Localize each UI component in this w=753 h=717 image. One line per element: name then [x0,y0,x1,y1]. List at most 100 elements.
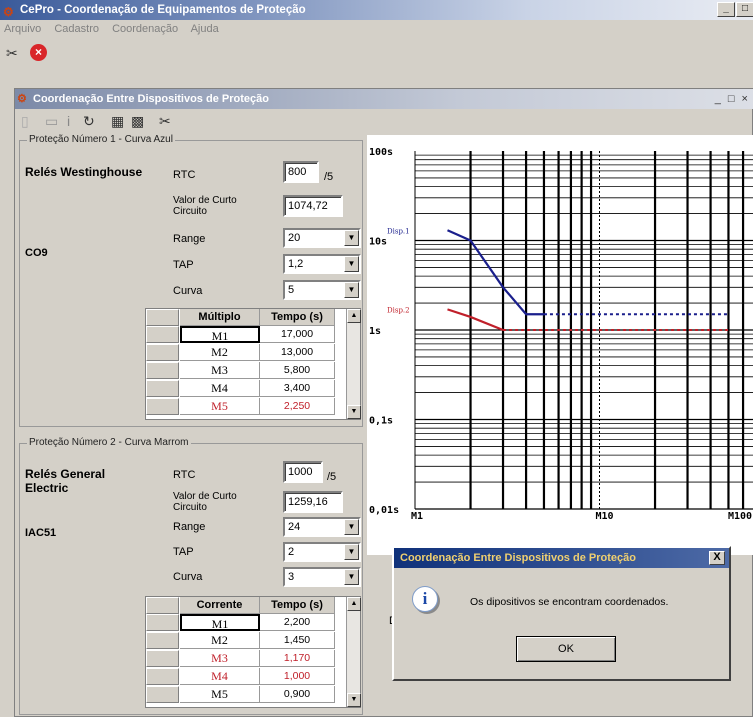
table-cell[interactable]: 3,400 [260,380,335,397]
table-cell[interactable]: M2 [180,344,260,361]
table-cell[interactable]: M2 [180,632,260,649]
table-row[interactable]: M4 1,000 [146,668,360,685]
chevron-down-icon[interactable]: ▼ [344,256,359,272]
close-red-icon[interactable]: × [30,44,47,61]
row-header[interactable] [146,362,179,379]
table-row[interactable]: M2 13,000 [146,344,360,361]
row-header[interactable] [146,398,179,415]
tap-select[interactable]: 1,2 ▼ [283,254,361,274]
series-label-disp2: Disp.2 [387,306,410,314]
table-cell[interactable]: 2,250 [260,398,335,415]
column-header[interactable]: Tempo (s) [260,597,335,614]
table-cell[interactable]: M3 [180,650,260,667]
row-header[interactable] [146,614,179,631]
chevron-down-icon[interactable]: ▼ [344,230,359,246]
row-header[interactable] [146,668,179,685]
ok-button[interactable]: OK [516,636,616,662]
menu-cadastro[interactable]: Cadastro [54,23,99,35]
rtc-suffix: /5 [324,171,334,183]
rtc-input[interactable]: 1000 [283,461,323,483]
settings-icon[interactable]: ✂ [6,45,18,61]
table-cell[interactable]: M4 [180,668,260,685]
table-row[interactable]: M5 2,250 [146,398,360,415]
curva-select[interactable]: 5 ▼ [283,280,361,300]
table-scrollbar[interactable]: ▲ ▼ [346,309,361,419]
inner-title: Coordenação Entre Dispositivos de Proteç… [33,93,269,105]
dialog-close-button[interactable]: X [709,551,725,565]
series-label-disp1: Disp.1 [387,227,410,235]
chevron-down-icon[interactable]: ▼ [344,544,359,560]
table-row[interactable]: M2 1,450 [146,632,360,649]
row-header [146,597,179,614]
table-scrollbar[interactable]: ▲ ▼ [346,597,361,707]
menu-ajuda[interactable]: Ajuda [191,23,219,35]
chart-icon[interactable]: ▦ [111,113,124,129]
row-header[interactable] [146,686,179,703]
save-icon[interactable]: ▭ [45,113,58,129]
dialog-message: Os dipositivos se encontram coordenados. [470,596,669,608]
table-cell[interactable]: 2,200 [260,614,335,631]
scroll-up-icon[interactable]: ▲ [347,309,361,323]
chart2-icon[interactable]: ▩ [131,113,144,129]
row-header[interactable] [146,326,179,343]
table-row[interactable]: M3 5,800 [146,362,360,379]
curto-input[interactable]: 1074,72 [283,195,343,217]
tap-value: 1,2 [288,258,304,270]
table-row[interactable]: M5 0,900 [146,686,360,703]
row-header[interactable] [146,380,179,397]
table-row[interactable]: M1 2,200 [146,614,360,631]
y-tick-label: 100s [369,147,393,158]
chevron-down-icon[interactable]: ▼ [344,282,359,298]
info-icon[interactable]: i [67,113,70,129]
curto-label: Valor de Curto Circuito [173,195,237,217]
column-header[interactable]: Múltiplo [180,309,260,326]
table-row[interactable]: M4 3,400 [146,380,360,397]
range-select[interactable]: 20 ▼ [283,228,361,248]
protection-2-model: IAC51 [25,527,57,539]
table-cell[interactable]: 0,900 [260,686,335,703]
column-header[interactable]: Corrente [180,597,260,614]
scroll-down-icon[interactable]: ▼ [347,405,361,419]
range-select[interactable]: 24 ▼ [283,517,361,537]
row-header[interactable] [146,632,179,649]
y-tick-label: 0,01s [369,505,399,516]
table-cell[interactable]: 1,170 [260,650,335,667]
table-cell[interactable]: M5 [180,398,260,415]
table-cell[interactable]: M3 [180,362,260,379]
scroll-down-icon[interactable]: ▼ [347,693,361,707]
row-header[interactable] [146,650,179,667]
table-cell[interactable]: 1,000 [260,668,335,685]
table-cell[interactable]: 17,000 [260,326,335,343]
restore-button[interactable]: □ [736,2,753,17]
row-header[interactable] [146,344,179,361]
table-row[interactable]: M3 1,170 [146,650,360,667]
settings-icon[interactable]: ✂ [159,113,171,129]
table-cell[interactable]: 1,450 [260,632,335,649]
column-header[interactable]: Tempo (s) [260,309,335,326]
new-icon[interactable]: ▯ [21,113,29,129]
protection-1-table[interactable]: Múltiplo Tempo (s) M1 17,000 M2 13,000 M3 5… [145,308,361,420]
app-icon: ⚙ [3,5,14,19]
menu-arquivo[interactable]: Arquivo [4,23,41,35]
table-cell[interactable]: 13,000 [260,344,335,361]
curva-select[interactable]: 3 ▼ [283,567,361,587]
curto-input[interactable]: 1259,16 [283,491,343,513]
tap-label: TAP [173,259,194,271]
table-cell[interactable]: M4 [180,380,260,397]
table-cell[interactable]: M1 [180,326,260,343]
table-cell[interactable]: M5 [180,686,260,703]
refresh-icon[interactable]: ↻ [83,113,95,129]
protection-2-table[interactable]: Corrente Tempo (s) M1 2,200 M2 1,450 M3 1,1… [145,596,361,708]
chevron-down-icon[interactable]: ▼ [344,569,359,585]
table-row[interactable]: M1 17,000 [146,326,360,343]
scroll-up-icon[interactable]: ▲ [347,597,361,611]
tap-select[interactable]: 2 ▼ [283,542,361,562]
inner-window-controls[interactable]: _ □ × [715,89,750,109]
rtc-input[interactable]: 800 [283,161,319,183]
menu-coordenacao[interactable]: Coordenação [112,23,178,35]
minimize-button[interactable]: _ [717,2,735,17]
table-cell[interactable]: 5,800 [260,362,335,379]
table-cell[interactable]: M1 [180,614,260,631]
chevron-down-icon[interactable]: ▼ [344,519,359,535]
info-icon: i [412,586,438,612]
